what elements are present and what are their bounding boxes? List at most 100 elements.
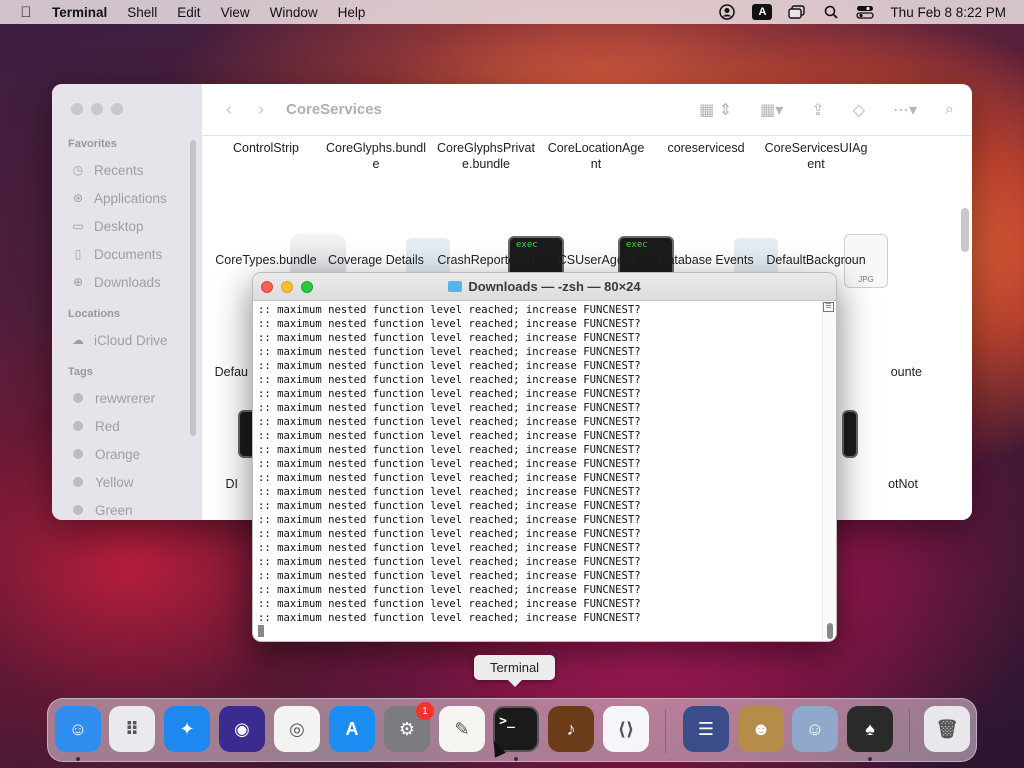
sidebar-scrollbar[interactable] bbox=[190, 140, 196, 436]
finder-dock-icon[interactable]: ☺ bbox=[55, 706, 101, 752]
spotlight-search-icon[interactable] bbox=[822, 4, 840, 20]
file-item[interactable]: Database Events bbox=[648, 252, 764, 268]
finder-toolbar-actions: ▦ ⇕ ▦▾ ⇪ ◇ ⋯▾ ⌕ bbox=[699, 84, 954, 136]
back-chevron-icon[interactable]: ‹ bbox=[226, 99, 232, 120]
file-item[interactable]: DI bbox=[178, 476, 239, 492]
file-item[interactable]: CrashReporterSu bbox=[428, 252, 544, 268]
file-item[interactable]: CSUserAgent bbox=[538, 252, 654, 268]
apple-icon[interactable]:  bbox=[0, 4, 52, 21]
trash-dock-icon[interactable]: 🗑 bbox=[924, 706, 970, 752]
file-item[interactable]: CoreLocationAge nt bbox=[538, 140, 654, 172]
file-item[interactable]: CoreTypes.bundle bbox=[208, 252, 324, 268]
share-icon[interactable]: ⇪ bbox=[811, 100, 824, 120]
text-cursor bbox=[258, 625, 264, 637]
terminal-split-icon[interactable]: ☰ bbox=[823, 302, 834, 312]
terminal-zoom-button[interactable] bbox=[301, 281, 313, 293]
menu-shell[interactable]: Shell bbox=[117, 5, 167, 20]
running-indicator bbox=[868, 757, 872, 761]
terminal-line: :: maximum nested function level reached… bbox=[258, 360, 641, 372]
menu-app-name[interactable]: Terminal bbox=[52, 5, 117, 20]
sidebar-tag-green[interactable]: Green bbox=[52, 496, 202, 520]
finder-scrollbar[interactable] bbox=[961, 208, 969, 252]
sidebar-item-label: Green bbox=[95, 502, 133, 518]
search-icon[interactable]: ⌕ bbox=[945, 101, 954, 119]
automator-dock-icon[interactable]: ☰ bbox=[683, 706, 729, 752]
view-icon-grid-icon[interactable]: ▦ ⇕ bbox=[699, 100, 732, 120]
firefox-dock-icon[interactable]: ◉ bbox=[219, 706, 265, 752]
sidebar-item-icloud-drive[interactable]: ☁ iCloud Drive bbox=[52, 326, 202, 354]
terminal-close-button[interactable] bbox=[261, 281, 273, 293]
sidebar-tag-rewwrerer[interactable]: rewwrerer bbox=[52, 384, 202, 412]
safari-dock-icon[interactable]: ✦ bbox=[164, 706, 210, 752]
file-item[interactable]: CoreGlyphs.bundl e bbox=[318, 140, 434, 172]
file-item[interactable]: DefaultBackgroun bbox=[758, 252, 874, 268]
app-store-dock-icon[interactable]: A bbox=[329, 706, 375, 752]
file-label: CoreLocationAge nt bbox=[547, 141, 645, 171]
file-label: CoreGlyphs.bundl e bbox=[325, 141, 427, 171]
desktop-icon: ▭ bbox=[72, 219, 84, 233]
terminal-line: :: maximum nested function level reached… bbox=[258, 570, 641, 582]
user-icon[interactable] bbox=[718, 4, 736, 20]
dock: ☺ ⠿ ✦ ◉ ◎ A ⚙ 1 ✎ >_ ♪ ⟨⟩ ☰ ☻ ☺ ♠ 🗑 bbox=[47, 698, 977, 762]
file-item[interactable]: Coverage Details bbox=[318, 252, 434, 268]
sidebar-item-label: Applications bbox=[94, 190, 167, 206]
file-item[interactable]: ounte bbox=[822, 364, 922, 380]
textedit-dock-icon[interactable]: ✎ bbox=[439, 706, 485, 752]
sidebar-tag-red[interactable]: Red bbox=[52, 412, 202, 440]
finder-zoom-button[interactable] bbox=[111, 103, 123, 115]
terminal-scrollbar-thumb[interactable] bbox=[827, 623, 833, 639]
menu-help[interactable]: Help bbox=[328, 5, 376, 20]
menu-window[interactable]: Window bbox=[260, 5, 328, 20]
terminal-window-title: Downloads — -zsh — 80×24 bbox=[468, 279, 641, 294]
launchpad-dock-icon[interactable]: ⠿ bbox=[109, 706, 155, 752]
terminal-line: :: maximum nested function level reached… bbox=[258, 346, 641, 358]
terminal-minimize-button[interactable] bbox=[281, 281, 293, 293]
sidebar-tag-orange[interactable]: Orange bbox=[52, 440, 202, 468]
menu-clock[interactable]: Thu Feb 8 8:22 PM bbox=[890, 5, 1006, 20]
file-label: CoreGlyphsPrivat e.bundle bbox=[437, 141, 535, 171]
group-by-icon[interactable]: ▦▾ bbox=[760, 100, 783, 120]
terminal-line: :: maximum nested function level reached… bbox=[258, 598, 641, 610]
migration-dock-icon[interactable]: ☺ bbox=[792, 706, 838, 752]
bartender-dock-icon[interactable]: ♠ bbox=[847, 706, 893, 752]
system-settings-dock-icon[interactable]: ⚙ 1 bbox=[384, 702, 434, 752]
file-item[interactable]: ControlStrip bbox=[208, 140, 324, 156]
control-center-icon[interactable] bbox=[856, 4, 875, 20]
sidebar-item-applications[interactable]: ⊛ Applications bbox=[52, 184, 202, 212]
chrome-dock-icon[interactable]: ◎ bbox=[274, 706, 320, 752]
menu-view[interactable]: View bbox=[211, 5, 260, 20]
tag-icon[interactable]: ◇ bbox=[853, 100, 865, 120]
exec-file-icon[interactable] bbox=[842, 410, 858, 458]
sidebar-item-downloads[interactable]: ⊕ Downloads bbox=[52, 268, 202, 296]
finder-close-button[interactable] bbox=[71, 103, 83, 115]
menu-edit[interactable]: Edit bbox=[167, 5, 210, 20]
terminal-line: :: maximum nested function level reached… bbox=[258, 388, 641, 400]
sidebar-item-desktop[interactable]: ▭ Desktop bbox=[52, 212, 202, 240]
terminal-titlebar[interactable]: Downloads — -zsh — 80×24 bbox=[253, 273, 836, 301]
file-item[interactable]: Defau bbox=[188, 364, 248, 380]
terminal-scrollbar-track[interactable] bbox=[822, 301, 836, 641]
finder-minimize-button[interactable] bbox=[91, 103, 103, 115]
sidebar-item-label: rewwrerer bbox=[95, 390, 156, 406]
file-item[interactable]: CoreServicesUIAg ent bbox=[758, 140, 874, 172]
input-source-icon[interactable]: A bbox=[752, 4, 773, 20]
sidebar-item-documents[interactable]: ▯ Documents bbox=[52, 240, 202, 268]
more-actions-icon[interactable]: ⋯▾ bbox=[893, 100, 917, 120]
firefox-glyph-icon: ◉ bbox=[234, 718, 250, 739]
vscode-dock-icon[interactable]: ⟨⟩ bbox=[603, 706, 649, 752]
running-indicator bbox=[514, 757, 518, 761]
window-switcher-icon[interactable] bbox=[788, 4, 806, 20]
terminal-output[interactable]: :: maximum nested function level reached… bbox=[253, 301, 825, 641]
file-item[interactable]: CoreGlyphsPrivat e.bundle bbox=[428, 140, 544, 172]
launchpad-glyph-icon: ⠿ bbox=[124, 718, 140, 739]
contacts-dock-icon[interactable]: ☻ bbox=[738, 706, 784, 752]
instruments-dock-icon[interactable]: ♪ bbox=[548, 706, 594, 752]
terminal-line: :: maximum nested function level reached… bbox=[258, 402, 641, 414]
file-item[interactable]: coreservicesd bbox=[648, 140, 764, 156]
forward-chevron-icon[interactable]: › bbox=[258, 99, 264, 120]
sidebar-item-label: Downloads bbox=[94, 274, 161, 290]
sidebar-item-recents[interactable]: ◷ Recents bbox=[52, 156, 202, 184]
system-settings-glyph-icon: ⚙ bbox=[398, 718, 416, 739]
tag-dot-icon bbox=[73, 505, 83, 515]
terminal-line: :: maximum nested function level reached… bbox=[258, 444, 641, 456]
